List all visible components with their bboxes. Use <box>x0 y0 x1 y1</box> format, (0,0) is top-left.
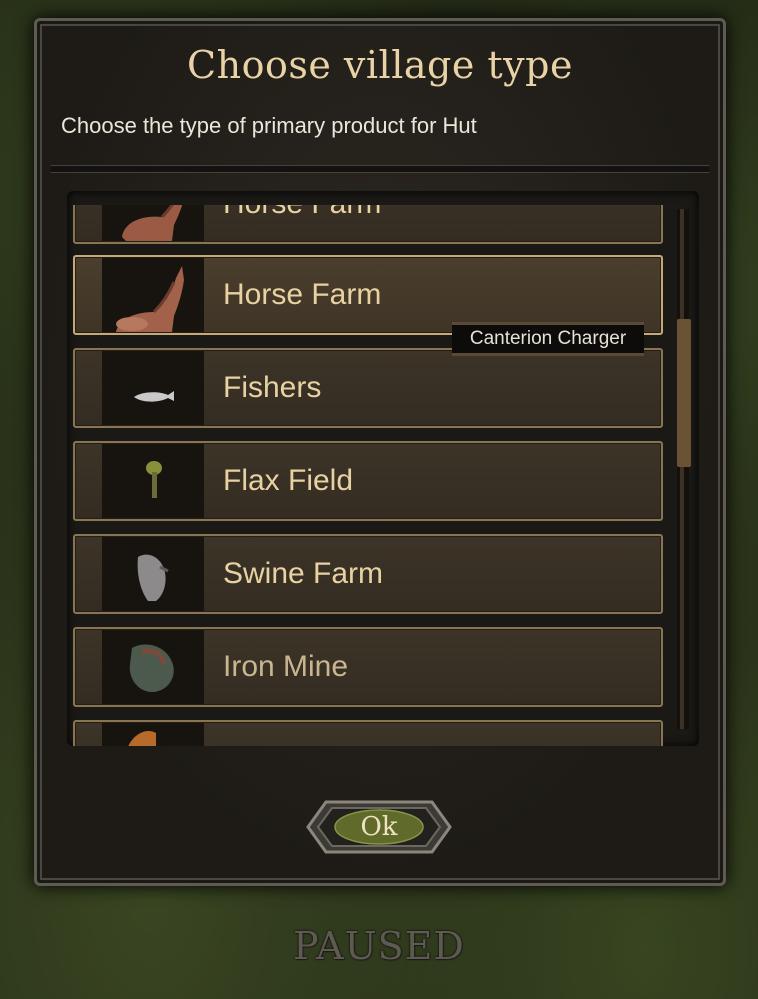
list-item-flax-field[interactable]: Flax Field <box>73 441 663 521</box>
clay-icon <box>102 723 204 746</box>
ok-button-label: Ok <box>360 812 398 842</box>
fish-icon <box>102 351 204 425</box>
list-item-label: Horse Farm <box>223 278 382 311</box>
list-item-label: Fishers <box>223 371 322 404</box>
horse-icon <box>102 205 204 241</box>
pig-icon <box>102 537 204 611</box>
scrollbar-track <box>680 209 684 729</box>
village-type-list: Horse Farm Horse Farm <box>67 191 699 746</box>
scrollbar-thumb[interactable] <box>677 319 691 467</box>
list-viewport: Horse Farm Horse Farm <box>73 205 663 746</box>
ok-button[interactable]: Ok <box>306 798 452 856</box>
horse-icon <box>102 258 204 332</box>
dialog-subtitle: Choose the type of primary product for H… <box>61 113 477 138</box>
list-item-fishers[interactable]: Fishers <box>73 348 663 428</box>
paused-indicator: PAUSED <box>293 924 465 968</box>
list-item-label: Flax Field <box>223 464 354 497</box>
divider <box>51 165 709 173</box>
item-tooltip: Canterion Charger <box>452 322 644 356</box>
dialog-title: Choose village type <box>187 43 573 87</box>
list-item-horse-farm-partial[interactable]: Horse Farm <box>73 205 663 244</box>
flax-icon <box>102 444 204 518</box>
list-scrollbar[interactable] <box>677 209 691 729</box>
list-item-label: Horse Farm <box>223 205 381 242</box>
choose-village-type-dialog: Choose village type Choose the type of p… <box>34 18 726 886</box>
list-item-partial-bottom[interactable] <box>73 720 663 746</box>
list-item-swine-farm[interactable]: Swine Farm <box>73 534 663 614</box>
iron-ore-icon <box>102 630 204 704</box>
list-item-label: Swine Farm <box>223 557 384 590</box>
list-item-iron-mine[interactable]: Iron Mine <box>73 627 663 707</box>
list-item-label: Iron Mine <box>223 650 349 683</box>
